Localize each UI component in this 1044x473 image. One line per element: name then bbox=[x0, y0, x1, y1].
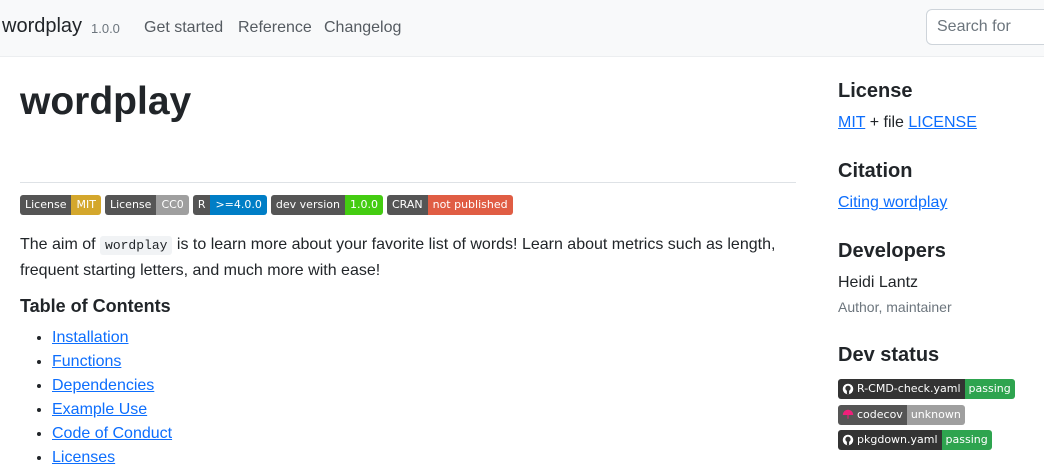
divider bbox=[20, 182, 796, 183]
github-icon bbox=[842, 434, 854, 446]
toc-link-installation[interactable]: Installation bbox=[52, 329, 129, 346]
developer-role: Author, maintainer bbox=[838, 299, 952, 315]
toc-item: Licenses bbox=[52, 446, 172, 470]
toc-link-licenses[interactable]: Licenses bbox=[52, 449, 115, 466]
toc-heading: Table of Contents bbox=[20, 296, 171, 316]
nav-reference[interactable]: Reference bbox=[238, 19, 312, 37]
citing-link[interactable]: Citing wordplay bbox=[838, 194, 947, 211]
codecov-umbrella-icon bbox=[842, 409, 854, 419]
devstatus-heading: Dev status bbox=[838, 344, 940, 366]
brand-link[interactable]: wordplay bbox=[2, 15, 82, 38]
license-cc0-badge[interactable]: License CC0 bbox=[104, 195, 189, 215]
r-version-badge[interactable]: R >=4.0.0 bbox=[192, 195, 267, 215]
dev-version-badge[interactable]: dev version 1.0.0 bbox=[270, 195, 383, 215]
license-line: MIT + file LICENSE bbox=[838, 114, 977, 131]
toc-item: Example Use bbox=[52, 398, 172, 422]
version-label: 1.0.0 bbox=[91, 21, 120, 36]
citation-line: Citing wordplay bbox=[838, 194, 947, 212]
developers-heading: Developers bbox=[838, 240, 946, 262]
toc-list: Installation Functions Dependencies Exam… bbox=[20, 326, 172, 470]
toc-item: Functions bbox=[52, 350, 172, 374]
intro-paragraph: The aim of wordplay is to learn more abo… bbox=[20, 236, 776, 279]
package-code: wordplay bbox=[100, 236, 173, 255]
github-icon bbox=[842, 383, 854, 395]
page-title: wordplay bbox=[20, 80, 192, 123]
r-cmd-check-badge[interactable]: R-CMD-check.yaml passing bbox=[838, 379, 1015, 399]
toc-item: Dependencies bbox=[52, 374, 172, 398]
search-input[interactable] bbox=[926, 9, 1044, 45]
citation-heading: Citation bbox=[838, 160, 913, 182]
nav-changelog[interactable]: Changelog bbox=[324, 19, 401, 37]
developer-name: Heidi Lantz bbox=[838, 274, 919, 291]
navbar: wordplay 1.0.0 Get started Reference Cha… bbox=[0, 0, 1044, 57]
toc-link-functions[interactable]: Functions bbox=[52, 353, 121, 370]
license-file-link[interactable]: LICENSE bbox=[908, 114, 976, 131]
badge-row: License MIT License CC0 R >=4.0.0 dev versi… bbox=[20, 195, 513, 215]
pkgdown-badge[interactable]: pkgdown.yaml passing bbox=[838, 430, 992, 450]
cran-badge[interactable]: CRAN not published bbox=[386, 195, 513, 215]
mit-link[interactable]: MIT bbox=[838, 114, 865, 131]
toc-item: Installation bbox=[52, 326, 172, 350]
toc-item: Code of Conduct bbox=[52, 422, 172, 446]
nav-get-started[interactable]: Get started bbox=[144, 19, 223, 37]
toc-link-example-use[interactable]: Example Use bbox=[52, 401, 147, 418]
codecov-badge[interactable]: codecov unknown bbox=[838, 405, 965, 425]
license-heading: License bbox=[838, 80, 913, 102]
toc-link-dependencies[interactable]: Dependencies bbox=[52, 377, 154, 394]
toc-link-code-of-conduct[interactable]: Code of Conduct bbox=[52, 425, 172, 442]
license-mit-badge[interactable]: License MIT bbox=[20, 195, 101, 215]
